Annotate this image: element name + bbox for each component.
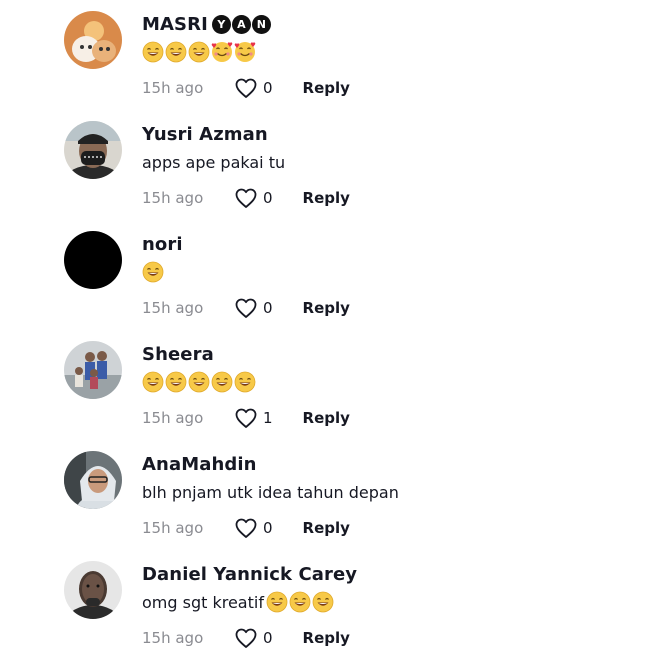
username-badges: YAN [211, 14, 271, 34]
like-count: 0 [263, 79, 273, 97]
comment-item: Daniel Yannick Carey omg sgt kreatif 15h… [0, 550, 662, 660]
name-row: MASRI YAN [142, 12, 652, 36]
comment-body: nori 15h ago 0 Reply [142, 232, 652, 318]
comment-text: apps ape pakai tu [142, 152, 286, 172]
grinning-face-emoji-icon [165, 41, 187, 63]
grinning-face-emoji-icon [165, 371, 187, 393]
comment-body: MASRI YAN 15h ago 0 Reply [142, 12, 652, 98]
comment-text-row: blh pnjam utk idea tahun depan [142, 480, 652, 504]
name-row: Yusri Azman [142, 122, 652, 146]
comment-body: Yusri Azman apps ape pakai tu 15h ago 0 [142, 122, 652, 208]
timestamp: 15h ago [142, 189, 204, 207]
reply-button[interactable]: Reply [303, 629, 350, 647]
heart-icon[interactable] [234, 517, 258, 539]
timestamp: 15h ago [142, 629, 204, 647]
badge-letter: N [251, 14, 271, 34]
heart-icon[interactable] [234, 407, 258, 429]
grinning-face-emoji-icon [142, 261, 164, 283]
timestamp: 15h ago [142, 409, 204, 427]
avatar[interactable] [64, 121, 122, 179]
like-button[interactable]: 0 [234, 297, 273, 319]
like-count: 1 [263, 409, 273, 427]
grinning-face-emoji-icon [188, 41, 210, 63]
comment-text-row: apps ape pakai tu [142, 150, 652, 174]
grinning-face-emoji-icon [188, 371, 210, 393]
like-button[interactable]: 0 [234, 187, 273, 209]
username[interactable]: AnaMahdin [142, 454, 257, 475]
comment-list: MASRI YAN 15h ago 0 Reply Yusri Azman ap… [0, 0, 662, 660]
timestamp: 15h ago [142, 519, 204, 537]
smiling-face-with-hearts-emoji-icon [234, 41, 256, 63]
heart-icon[interactable] [234, 627, 258, 649]
like-count: 0 [263, 519, 273, 537]
name-row: AnaMahdin [142, 452, 652, 476]
reply-button[interactable]: Reply [303, 409, 350, 427]
comment-emojis [142, 371, 256, 393]
name-row: Daniel Yannick Carey [142, 562, 652, 586]
timestamp: 15h ago [142, 79, 204, 97]
grinning-face-emoji-icon [211, 371, 233, 393]
comment-item: nori 15h ago 0 Reply [0, 220, 662, 330]
heart-icon[interactable] [234, 297, 258, 319]
comment-text-row [142, 260, 652, 284]
heart-icon[interactable] [234, 77, 258, 99]
like-button[interactable]: 0 [234, 517, 273, 539]
username[interactable]: MASRI [142, 14, 208, 35]
reply-button[interactable]: Reply [303, 79, 350, 97]
smiling-face-with-hearts-emoji-icon [211, 41, 233, 63]
username[interactable]: nori [142, 234, 183, 255]
comment-body: Sheera 15h ago 1 Reply [142, 342, 652, 428]
like-button[interactable]: 0 [234, 627, 273, 649]
comment-text-row: omg sgt kreatif [142, 590, 652, 614]
name-row: nori [142, 232, 652, 256]
comment-item: Yusri Azman apps ape pakai tu 15h ago 0 [0, 110, 662, 220]
grinning-face-emoji-icon [266, 591, 288, 613]
username[interactable]: Sheera [142, 344, 214, 365]
comment-emojis [142, 41, 256, 63]
comment-meta: 15h ago 0 Reply [142, 518, 350, 538]
reply-button[interactable]: Reply [303, 299, 350, 317]
avatar[interactable] [64, 561, 122, 619]
reply-button[interactable]: Reply [303, 519, 350, 537]
avatar[interactable] [64, 341, 122, 399]
comment-meta: 15h ago 0 Reply [142, 628, 350, 648]
grinning-face-emoji-icon [142, 41, 164, 63]
like-count: 0 [263, 189, 273, 207]
grinning-face-emoji-icon [289, 591, 311, 613]
like-count: 0 [263, 299, 273, 317]
comment-body: AnaMahdin blh pnjam utk idea tahun depan… [142, 452, 652, 538]
reply-button[interactable]: Reply [303, 189, 350, 207]
like-count: 0 [263, 629, 273, 647]
comment-meta: 15h ago 1 Reply [142, 408, 350, 428]
comment-text-row [142, 370, 652, 394]
comment-item: MASRI YAN 15h ago 0 Reply [0, 0, 662, 110]
heart-icon[interactable] [234, 187, 258, 209]
name-row: Sheera [142, 342, 652, 366]
grinning-face-emoji-icon [142, 371, 164, 393]
avatar[interactable] [64, 451, 122, 509]
username[interactable]: Yusri Azman [142, 124, 268, 145]
comment-meta: 15h ago 0 Reply [142, 298, 350, 318]
comment-text: blh pnjam utk idea tahun depan [142, 482, 399, 502]
like-button[interactable]: 0 [234, 77, 273, 99]
grinning-face-emoji-icon [312, 591, 334, 613]
badge-letter: A [231, 14, 251, 34]
timestamp: 15h ago [142, 299, 204, 317]
avatar[interactable] [64, 11, 122, 69]
comment-item: AnaMahdin blh pnjam utk idea tahun depan… [0, 440, 662, 550]
comment-meta: 15h ago 0 Reply [142, 78, 350, 98]
comment-emojis [142, 261, 164, 283]
comment-text-row [142, 40, 652, 64]
comment-meta: 15h ago 0 Reply [142, 188, 350, 208]
grinning-face-emoji-icon [234, 371, 256, 393]
comment-body: Daniel Yannick Carey omg sgt kreatif 15h… [142, 562, 652, 648]
avatar[interactable] [64, 231, 122, 289]
badge-letter: Y [211, 14, 231, 34]
username[interactable]: Daniel Yannick Carey [142, 564, 357, 585]
comment-item: Sheera 15h ago 1 Reply [0, 330, 662, 440]
like-button[interactable]: 1 [234, 407, 273, 429]
comment-text: omg sgt kreatif [142, 592, 264, 612]
comment-emojis [266, 591, 334, 613]
